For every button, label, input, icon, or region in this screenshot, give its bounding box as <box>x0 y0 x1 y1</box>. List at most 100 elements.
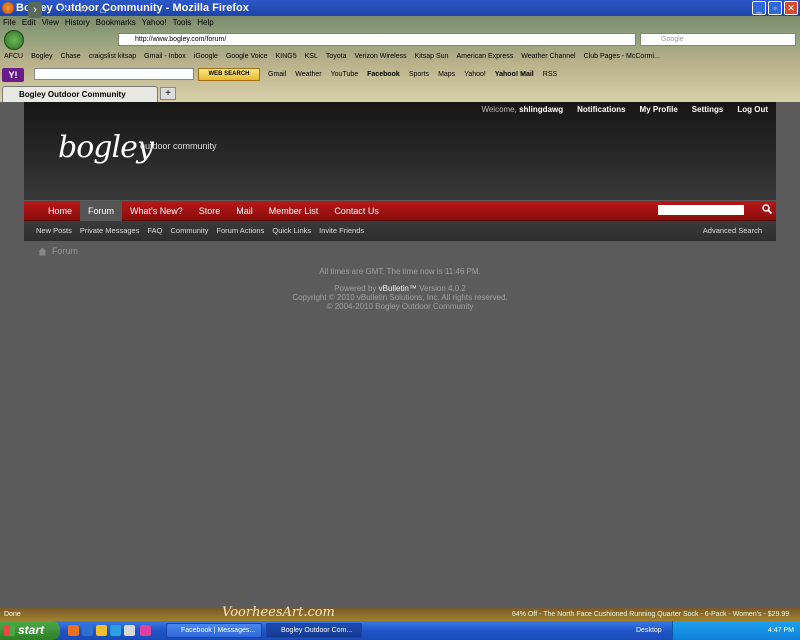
subnav-forum-actions[interactable]: Forum Actions <box>216 221 264 241</box>
yahoo-item-maps[interactable]: Maps <box>438 68 455 81</box>
bookmark-item[interactable]: Verizon Wireless <box>354 50 406 64</box>
bookmark-item[interactable]: Kitsap Sun <box>415 50 449 64</box>
breadcrumb-forum: Forum <box>52 246 79 256</box>
yahoo-item-gmail[interactable]: Gmail <box>268 68 286 81</box>
menu-tools[interactable]: Tools <box>173 16 192 29</box>
bookmark-item[interactable]: Google Voice <box>226 50 268 64</box>
powered-label: Powered by <box>334 284 377 293</box>
web-search-button[interactable]: WEB SEARCH <box>198 68 260 81</box>
folder-quicklaunch-icon[interactable] <box>96 625 107 636</box>
footer-time-value: 11:46 PM. <box>444 267 481 276</box>
subnav-new-posts[interactable]: New Posts <box>36 221 72 241</box>
minimize-button[interactable]: _ <box>752 1 766 15</box>
theme-credit[interactable]: VoorheesArt.com <box>222 606 335 619</box>
back-button[interactable] <box>4 30 24 50</box>
nav-forum[interactable]: Forum <box>80 201 123 221</box>
search-icon[interactable] <box>762 204 772 214</box>
system-tray: 4:47 PM <box>672 621 800 640</box>
yahoo-item-rss[interactable]: RSS <box>543 68 557 81</box>
user-links: Welcome, shlingdawg Notifications My Pro… <box>481 104 768 116</box>
bookmark-item[interactable]: KING5 <box>276 50 297 64</box>
browser-tab[interactable]: Bogley Outdoor Community <box>2 86 158 102</box>
desktop-quicklaunch-icon[interactable] <box>124 625 135 636</box>
yahoo-item-mail[interactable]: Yahoo! Mail <box>495 68 534 81</box>
advanced-search-link[interactable]: Advanced Search <box>703 221 762 241</box>
bookmark-item[interactable]: Toyota <box>326 50 347 64</box>
logout-link[interactable]: Log Out <box>737 104 768 116</box>
subnav-quick-links[interactable]: Quick Links <box>272 221 311 241</box>
bookmark-item[interactable]: Club Pages - McCormi... <box>584 50 660 64</box>
messenger-quicklaunch-icon[interactable] <box>140 625 151 636</box>
nav-member-list[interactable]: Member List <box>261 201 327 221</box>
menu-help[interactable]: Help <box>197 16 213 29</box>
deal-ticker[interactable]: 64% Off - The North Face Cushioned Runni… <box>512 608 789 621</box>
bookmark-item[interactable]: Gmail - Inbox <box>144 50 186 64</box>
site-search-input[interactable] <box>658 205 744 215</box>
site-tagline: outdoor community <box>140 141 217 151</box>
vbulletin-link[interactable]: vBulletin™ <box>379 284 417 293</box>
yahoo-search-input[interactable] <box>34 68 194 80</box>
taskbar-bogley[interactable]: Bogley Outdoor Com... <box>266 623 362 638</box>
site-footer: All times are GMT. The time now is 11:46… <box>0 267 800 311</box>
yahoo-item-youtube[interactable]: YouTube <box>331 68 359 81</box>
notifications-link[interactable]: Notifications <box>577 104 625 116</box>
ie-quicklaunch-icon[interactable] <box>82 625 93 636</box>
desktop-toolbar-label[interactable]: Desktop <box>636 621 662 640</box>
bookmark-item[interactable]: Chase <box>60 50 80 64</box>
bookmark-item[interactable]: KSL <box>305 50 318 64</box>
footer-powered: Powered by vBulletin™ Version 4.0.2 <box>0 284 800 293</box>
yahoo-item-facebook[interactable]: Facebook <box>367 68 400 81</box>
subnav-faq[interactable]: FAQ <box>147 221 162 241</box>
nav-contact-us[interactable]: Contact Us <box>326 201 387 221</box>
yahoo-item-sports[interactable]: Sports <box>409 68 429 81</box>
my-profile-link[interactable]: My Profile <box>640 104 678 116</box>
menu-view[interactable]: View <box>42 16 59 29</box>
url-text: http://www.bogley.com/forum/ <box>135 36 227 43</box>
subnav-invite-friends[interactable]: Invite Friends <box>319 221 364 241</box>
username-link[interactable]: shlingdawg <box>519 105 563 114</box>
firefox-icon <box>2 2 14 14</box>
url-input[interactable]: http://www.bogley.com/forum/ <box>118 33 636 46</box>
bookmark-item[interactable]: craigslist kitsap <box>89 50 136 64</box>
main-nav: Home Forum What's New? Store Mail Member… <box>40 201 387 221</box>
yahoo-item-weather[interactable]: Weather <box>295 68 321 81</box>
reload-icon[interactable]: ↻ <box>58 2 68 18</box>
bookmark-item[interactable]: iGoogle <box>194 50 218 64</box>
nav-mail[interactable]: Mail <box>228 201 261 221</box>
home-icon[interactable]: ⌂ <box>97 2 109 18</box>
settings-link[interactable]: Settings <box>692 104 724 116</box>
yahoo-item-yahoo[interactable]: Yahoo! <box>464 68 486 81</box>
menu-file[interactable]: File <box>3 16 16 29</box>
yahoo-logo-icon[interactable]: Y! <box>2 68 24 82</box>
browser-search-input[interactable]: Google <box>640 33 796 46</box>
forward-button[interactable]: › <box>28 2 42 18</box>
footer-time-label: All times are GMT. The time now is <box>319 267 443 276</box>
firefox-quicklaunch-icon[interactable] <box>68 625 79 636</box>
home-icon[interactable] <box>38 247 47 256</box>
status-text: Done <box>4 611 21 618</box>
bookmark-item[interactable]: American Express <box>456 50 513 64</box>
close-button[interactable]: ✕ <box>784 1 798 15</box>
ie2-quicklaunch-icon[interactable] <box>110 625 121 636</box>
yahoo-toolbar-items: Gmail Weather YouTube Facebook Sports Ma… <box>268 68 557 81</box>
clock[interactable]: 4:47 PM <box>768 627 794 634</box>
new-tab-button[interactable]: + <box>160 87 176 100</box>
nav-store[interactable]: Store <box>191 201 229 221</box>
stop-icon[interactable]: ✕ <box>78 2 88 18</box>
subnav-community[interactable]: Community <box>170 221 208 241</box>
bookmark-item[interactable]: Weather Channel <box>521 50 575 64</box>
welcome-text: Welcome, shlingdawg <box>481 104 563 116</box>
menu-yahoo[interactable]: Yahoo! <box>142 16 167 29</box>
bookmark-item[interactable]: AFCU <box>4 50 23 64</box>
footer-time: All times are GMT. The time now is 11:46… <box>0 267 800 276</box>
subnav-private-messages[interactable]: Private Messages <box>80 221 140 241</box>
sub-nav: New Posts Private Messages FAQ Community… <box>24 221 776 241</box>
nav-home[interactable]: Home <box>40 201 80 221</box>
windows-flag-icon <box>4 625 15 636</box>
nav-whats-new[interactable]: What's New? <box>122 201 191 221</box>
start-button[interactable]: start <box>0 621 60 640</box>
maximize-button[interactable]: ▫ <box>768 1 782 15</box>
bookmark-item[interactable]: Bogley <box>31 50 52 64</box>
taskbar-facebook[interactable]: Facebook | Messages... <box>166 623 262 638</box>
site-logo[interactable]: bogley <box>58 130 154 165</box>
